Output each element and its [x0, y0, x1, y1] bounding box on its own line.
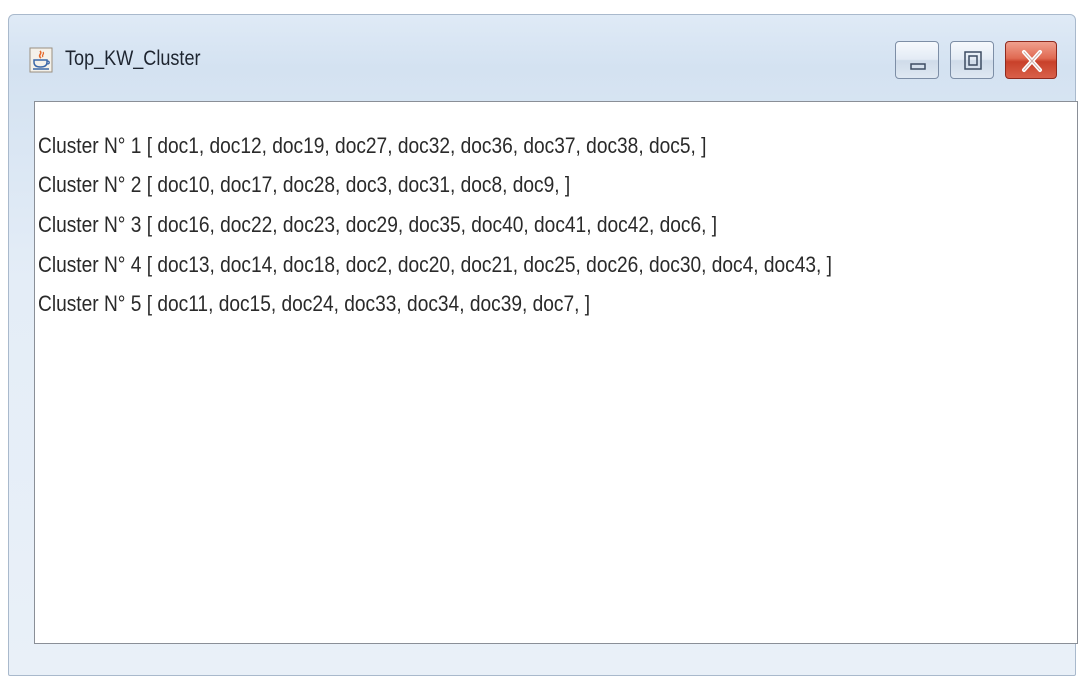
cluster-line-3: Cluster N° 3 [ doc16, doc22, doc23, doc2… — [38, 212, 718, 237]
app-window: Top_KW_Cluster Cluster N° 1 [ doc1, doc1… — [8, 14, 1078, 676]
cluster-line-4: Cluster N° 4 [ doc13, doc14, doc18, doc2… — [38, 252, 832, 277]
close-button[interactable] — [1005, 41, 1057, 79]
close-icon — [1022, 50, 1042, 72]
minimize-icon — [910, 63, 926, 70]
minimize-button[interactable] — [895, 41, 939, 79]
java-cup-icon — [29, 47, 53, 73]
maximize-button[interactable] — [950, 41, 994, 79]
maximize-icon — [964, 51, 982, 70]
window-title: Top_KW_Cluster — [65, 47, 201, 70]
cluster-line-1: Cluster N° 1 [ doc1, doc12, doc19, doc27… — [38, 133, 707, 158]
cluster-line-2: Cluster N° 2 [ doc10, doc17, doc28, doc3… — [38, 172, 571, 197]
cluster-line-5: Cluster N° 5 [ doc11, doc15, doc24, doc3… — [38, 291, 591, 316]
title-bar[interactable]: Top_KW_Cluster — [9, 15, 1075, 91]
cluster-output-area[interactable]: Cluster N° 1 [ doc1, doc12, doc19, doc27… — [34, 101, 1078, 644]
